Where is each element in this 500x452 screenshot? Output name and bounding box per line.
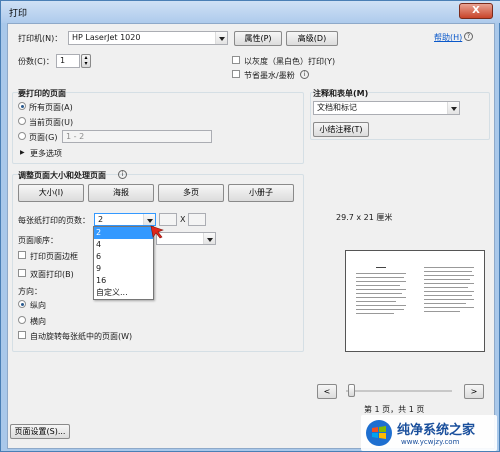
title-bar: 打印 X: [1, 1, 500, 23]
autorotate-label: 自动旋转每张纸中的页面(W): [30, 332, 133, 341]
advanced-button[interactable]: 高级(D): [286, 31, 338, 46]
page-order-select[interactable]: [156, 232, 216, 245]
radio-portrait[interactable]: [18, 300, 26, 308]
info-icon[interactable]: i: [118, 170, 127, 179]
duplex-label: 双面打印(B): [30, 270, 74, 279]
page-slider-track[interactable]: [346, 390, 452, 392]
dialog-client-area: 打印机(N)： HP LaserJet 1020 属性(P) 高级(D) 帮助(…: [7, 23, 495, 449]
window-title: 打印: [9, 9, 28, 19]
watermark-url: www.ycwjzy.com: [401, 438, 460, 446]
rows-input[interactable]: [188, 213, 206, 226]
preview-sheet-left: [352, 261, 410, 339]
summarize-comments-button[interactable]: 小结注释(T): [313, 122, 369, 137]
dropdown-option[interactable]: 自定义...: [94, 287, 153, 299]
tab-multiple[interactable]: 多页: [158, 184, 224, 202]
dropdown-option[interactable]: 4: [94, 239, 153, 251]
current-page-label: 当前页面(U): [29, 118, 74, 127]
dropdown-option[interactable]: 9: [94, 263, 153, 275]
pages-per-sheet-select[interactable]: 2: [94, 213, 156, 226]
pages-per-sheet-value: 2: [98, 215, 104, 224]
comments-select[interactable]: 文档和标记: [313, 101, 460, 115]
properties-button[interactable]: 属性(P): [234, 31, 282, 46]
landscape-label: 横向: [30, 317, 46, 326]
chevron-down-icon: [203, 233, 215, 244]
comments-group-title: 注释和表单(M): [313, 88, 369, 99]
more-options-label[interactable]: 更多选项: [30, 148, 62, 159]
preview-sheet-right: [420, 261, 478, 339]
portrait-label: 纵向: [30, 301, 46, 310]
radio-current-page[interactable]: [18, 117, 26, 125]
page-slider-thumb[interactable]: [348, 384, 355, 397]
save-ink-label: 节省墨水/墨粉: [244, 71, 295, 80]
dropdown-option[interactable]: 6: [94, 251, 153, 263]
page-range-label: 页面(G): [29, 133, 58, 142]
radio-landscape[interactable]: [18, 316, 26, 324]
tab-size[interactable]: 大小(I): [18, 184, 84, 202]
help-link[interactable]: 帮助(H): [434, 32, 462, 43]
comments-select-value: 文档和标记: [317, 103, 357, 112]
printer-select[interactable]: HP LaserJet 1020: [68, 31, 228, 45]
copies-label: 份数(C)：: [18, 57, 54, 66]
triangle-right-icon[interactable]: ▶: [20, 149, 25, 156]
copies-stepper[interactable]: ▴ ▾: [81, 54, 91, 68]
grayscale-label: 以灰度（黑白色）打印(Y): [244, 57, 336, 66]
printer-select-value: HP LaserJet 1020: [72, 33, 141, 42]
next-page-button[interactable]: >: [464, 384, 484, 399]
info-icon[interactable]: i: [300, 70, 309, 79]
print-border-label: 打印页面边框: [30, 252, 78, 261]
pages-per-sheet-label: 每张纸打印的页数：: [18, 216, 90, 225]
pages-group-title: 要打印的页面: [18, 88, 66, 99]
all-pages-label: 所有页面(A): [29, 103, 73, 112]
duplex-checkbox[interactable]: [18, 269, 26, 277]
page-status-label: 第 1 页，共 1 页: [364, 405, 425, 414]
chevron-down-icon: [447, 102, 459, 114]
copies-input[interactable]: 1: [56, 54, 80, 68]
preview-page: [345, 250, 485, 352]
grayscale-checkbox[interactable]: [232, 56, 240, 64]
page-order-label: 页面顺序：: [18, 236, 58, 245]
tab-poster[interactable]: 海报: [88, 184, 154, 202]
arrow-pointer-icon: [150, 225, 164, 239]
dropdown-option[interactable]: 2: [94, 227, 153, 239]
autorotate-checkbox[interactable]: [18, 331, 26, 339]
print-dialog-window: 打印 X 打印机(N)： HP LaserJet 1020 属性(P) 高级(D…: [0, 0, 500, 452]
pages-per-sheet-dropdown: 2 4 6 9 16 自定义...: [93, 226, 154, 300]
watermark-logo: 纯净系统之家 www.ycwjzy.com: [361, 415, 497, 451]
windows-logo-icon: [366, 420, 392, 446]
dropdown-option[interactable]: 16: [94, 275, 153, 287]
radio-all-pages[interactable]: [18, 102, 26, 110]
save-ink-checkbox[interactable]: [232, 70, 240, 78]
radio-page-range[interactable]: [18, 132, 26, 140]
paper-size-label: 29.7 x 21 厘米: [336, 213, 393, 222]
sizing-group-title: 调整页面大小和处理页面: [18, 170, 106, 181]
chevron-down-icon: [215, 32, 227, 44]
printer-label: 打印机(N)：: [18, 34, 63, 43]
tab-booklet[interactable]: 小册子: [228, 184, 294, 202]
page-setup-button[interactable]: 页面设置(S)...: [10, 424, 70, 439]
help-icon[interactable]: ?: [464, 32, 473, 41]
print-border-checkbox[interactable]: [18, 251, 26, 259]
close-button[interactable]: X: [459, 3, 493, 19]
orientation-label: 方向：: [18, 287, 42, 296]
prev-page-button[interactable]: <: [317, 384, 337, 399]
by-label: X: [180, 215, 186, 224]
page-range-input[interactable]: 1 - 2: [62, 130, 212, 143]
watermark-brand: 纯净系统之家: [397, 423, 476, 438]
